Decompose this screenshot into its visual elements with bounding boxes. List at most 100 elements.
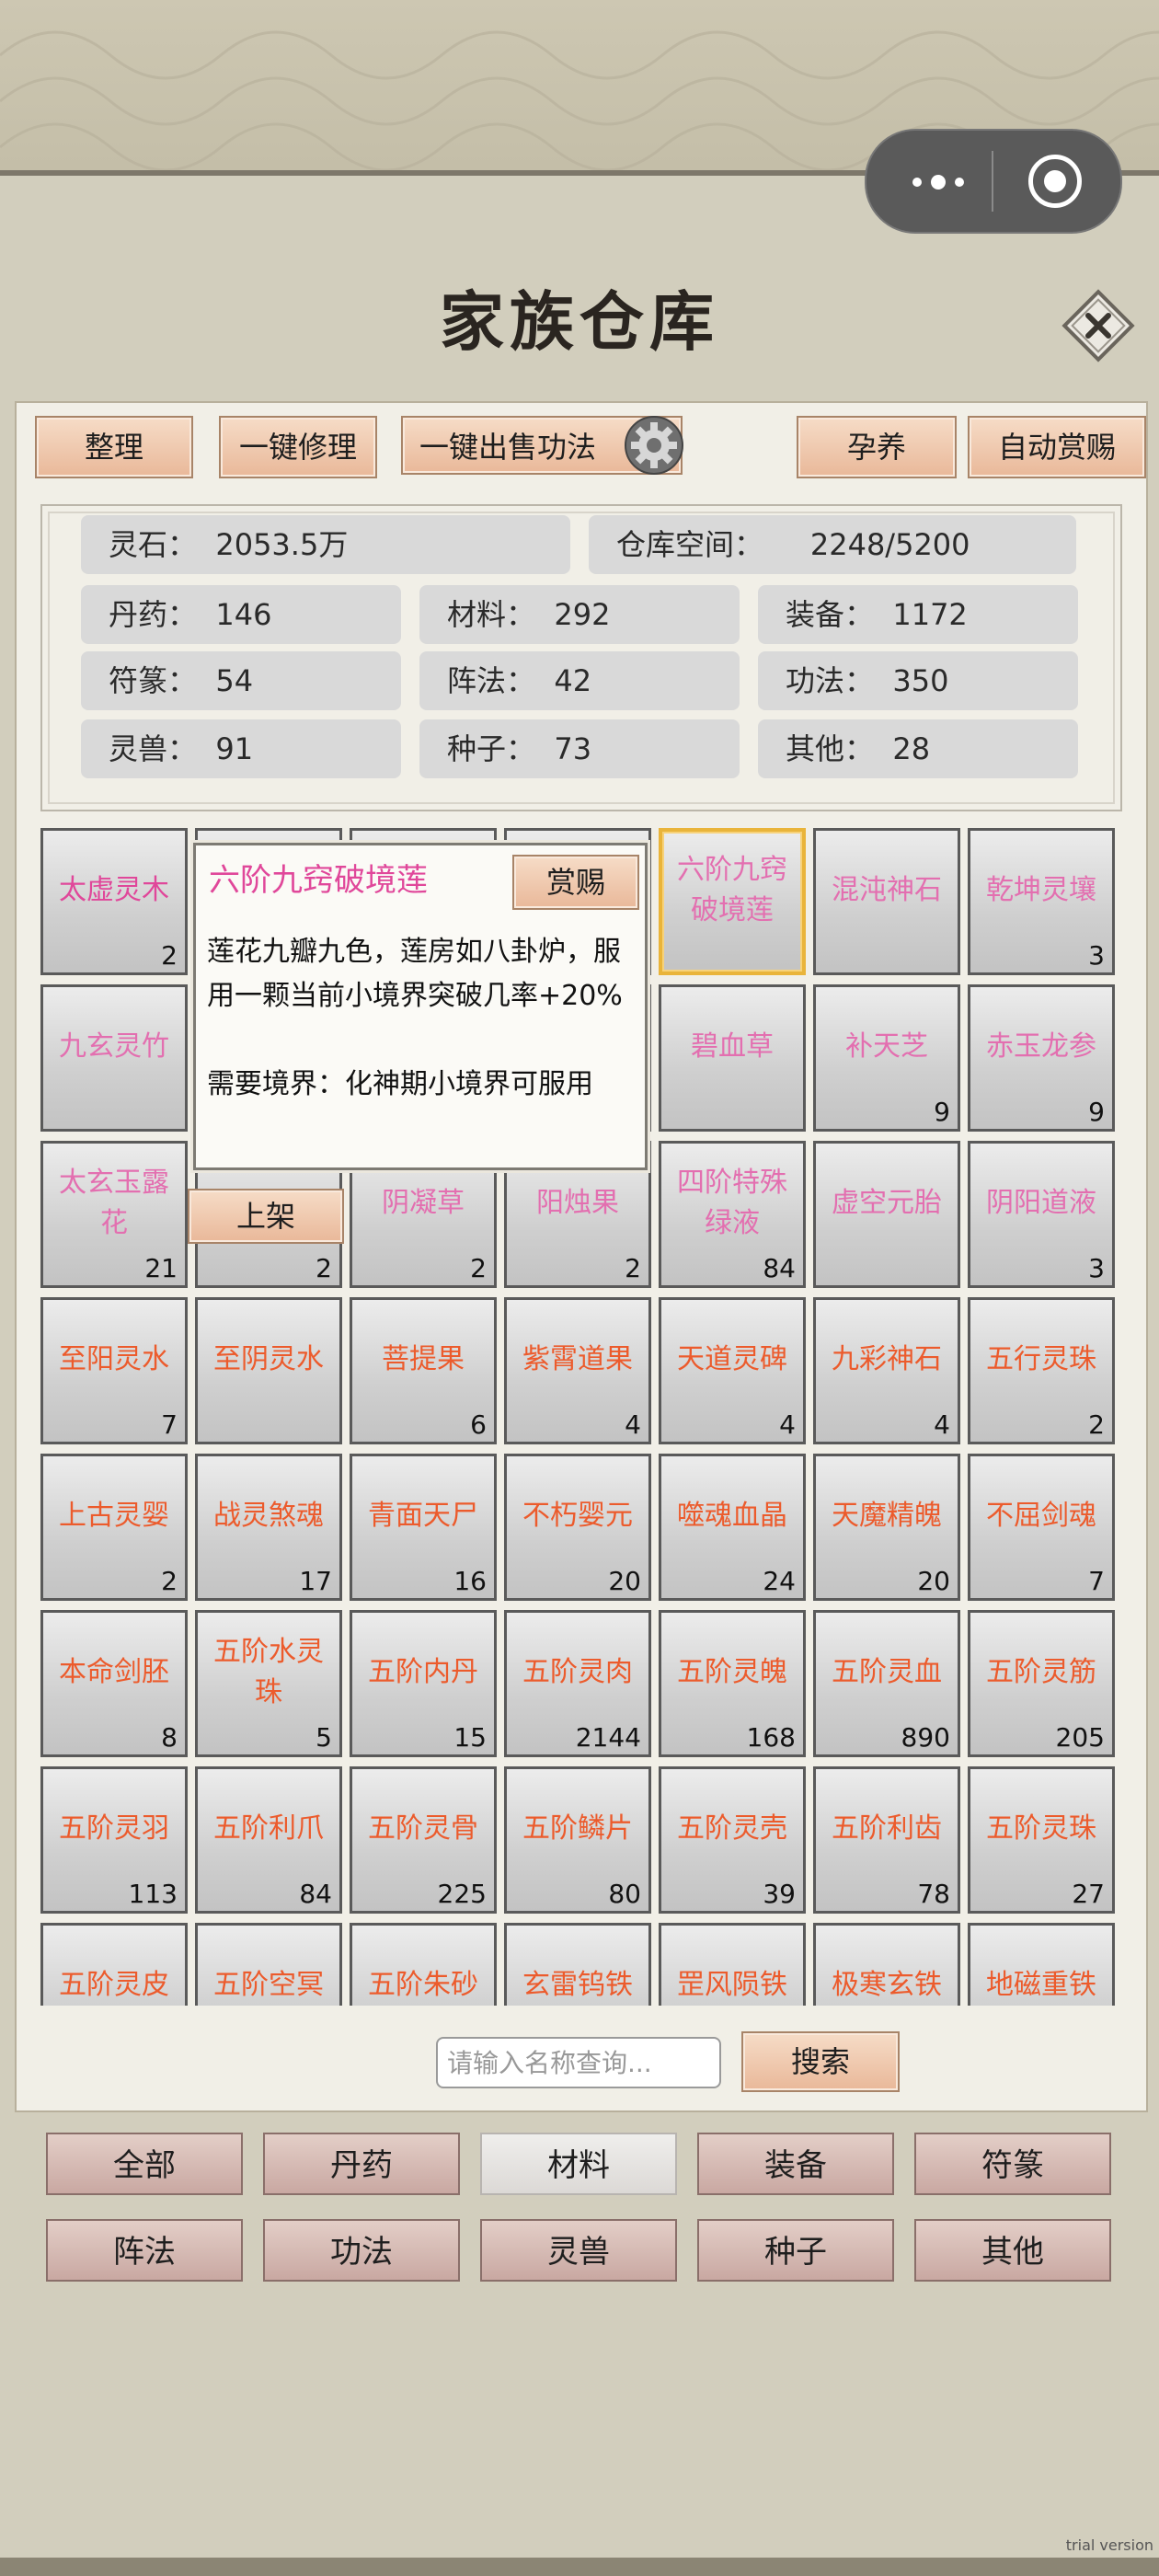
item-cell[interactable]: 五阶灵珠 27 [968,1766,1115,1914]
item-cell[interactable]: 天魔精魄 20 [813,1454,960,1601]
tab-8[interactable]: 种子 [697,2219,894,2282]
search-button[interactable]: 搜索 [741,2031,900,2092]
search-input[interactable] [436,2037,721,2088]
item-cell[interactable]: 乾坤灵壤 3 [968,828,1115,975]
item-name: 青面天尸 [368,1500,478,1532]
item-name: 天魔精魄 [832,1500,942,1532]
item-cell[interactable]: 噬魂血晶 24 [659,1454,806,1601]
item-cell[interactable]: 青面天尸 16 [350,1454,497,1601]
item-cell[interactable]: 五阶灵羽 113 [40,1766,188,1914]
item-name: 不朽婴元 [522,1500,633,1532]
item-cell[interactable]: 补天芝 9 [813,984,960,1132]
item-cell[interactable]: 罡风陨铁 [659,1923,806,2006]
item-cell[interactable]: 紫霄道果 4 [504,1297,651,1444]
item-count: 8 [161,1722,178,1753]
item-count: 78 [917,1879,950,1909]
sort-button[interactable]: 整理 [35,416,193,478]
item-count: 225 [437,1879,487,1909]
item-cell[interactable]: 五阶灵血 890 [813,1610,960,1757]
item-name: 四阶特殊绿液 [677,1167,787,1239]
item-cell[interactable]: 五阶灵筋 205 [968,1610,1115,1757]
repair-all-button[interactable]: 一键修理 [219,416,377,478]
item-name: 五阶灵血 [832,1656,942,1688]
item-cell[interactable]: 地磁重铁 [968,1923,1115,2006]
item-cell[interactable]: 玄雷钨铁 [504,1923,651,2006]
item-count: 6 [470,1409,487,1440]
item-name: 五阶内丹 [368,1656,478,1688]
item-cell[interactable]: 极寒玄铁 [813,1923,960,2006]
gear-icon[interactable] [624,415,684,476]
item-cell[interactable]: 五阶内丹 15 [350,1610,497,1757]
item-cell[interactable]: 五阶灵皮 [40,1923,188,2006]
item-cell[interactable]: 虚空元胎 [813,1141,960,1288]
item-name: 赤玉龙参 [986,1030,1096,1063]
item-cell[interactable]: 五阶朱砂 [350,1923,497,2006]
item-name: 六阶九窍破境莲 [677,854,787,926]
item-cell[interactable]: 不屈剑魂 7 [968,1454,1115,1601]
item-name: 太玄玉露花 [59,1167,169,1239]
item-cell[interactable]: 五阶利齿 78 [813,1766,960,1914]
item-count: 20 [917,1566,950,1596]
item-name: 紫霄道果 [522,1343,633,1375]
item-cell[interactable]: 赤玉龙参 9 [968,984,1115,1132]
shelve-button[interactable]: 上架 [188,1189,344,1244]
item-name: 五阶灵骨 [368,1812,478,1845]
item-cell[interactable]: 混沌神石 [813,828,960,975]
item-cell[interactable]: 五阶水灵珠 5 [195,1610,342,1757]
item-cell[interactable]: 六阶九窍破境莲 [659,828,806,975]
item-cell[interactable]: 天道灵碑 4 [659,1297,806,1444]
item-cell[interactable]: 九彩神石 4 [813,1297,960,1444]
miniprogram-capsule [865,129,1122,234]
item-cell[interactable]: 战灵煞魂 17 [195,1454,342,1601]
tab-6[interactable]: 功法 [263,2219,460,2282]
tab-5[interactable]: 阵法 [46,2219,243,2282]
tab-9[interactable]: 其他 [914,2219,1111,2282]
item-cell[interactable]: 五阶空冥 [195,1923,342,2006]
nurture-button[interactable]: 孕养 [797,416,957,478]
item-count: 2 [161,1566,178,1596]
item-count: 27 [1072,1879,1105,1909]
item-cell[interactable]: 五阶灵魄 168 [659,1610,806,1757]
reward-button[interactable]: 赏赐 [512,855,639,910]
item-cell[interactable]: 五阶灵壳 39 [659,1766,806,1914]
tab-1[interactable]: 丹药 [263,2133,460,2195]
item-cell[interactable]: 四阶特殊绿液 84 [659,1141,806,1288]
stat-beasts: 灵兽： 91 [81,719,401,778]
bottom-decor-band [0,2558,1159,2576]
item-cell[interactable]: 至阴灵水 [195,1297,342,1444]
auto-reward-button[interactable]: 自动赏赐 [968,416,1146,478]
item-cell[interactable]: 五行灵珠 2 [968,1297,1115,1444]
item-count: 7 [1088,1566,1105,1596]
item-name: 不屈剑魂 [986,1500,1096,1532]
item-cell[interactable]: 碧血草 [659,984,806,1132]
item-cell[interactable]: 九玄灵竹 [40,984,188,1132]
item-count: 16 [453,1566,487,1596]
item-cell[interactable]: 五阶利爪 84 [195,1766,342,1914]
tab-7[interactable]: 灵兽 [480,2219,677,2282]
item-cell[interactable]: 菩提果 6 [350,1297,497,1444]
stat-talismans: 符篆： 54 [81,651,401,710]
item-cell[interactable]: 太虚灵木 2 [40,828,188,975]
tab-4[interactable]: 符篆 [914,2133,1111,2195]
item-count: 3 [1088,940,1105,971]
item-cell[interactable]: 五阶灵肉 2144 [504,1610,651,1757]
item-cell[interactable]: 上古灵婴 2 [40,1454,188,1601]
item-cell[interactable]: 五阶灵骨 225 [350,1766,497,1914]
item-cell[interactable]: 不朽婴元 20 [504,1454,651,1601]
item-name: 五阶水灵珠 [213,1636,324,1708]
exit-target-icon[interactable] [1025,151,1085,212]
stat-pills: 丹药： 146 [81,585,401,644]
item-cell[interactable]: 太玄玉露花 21 [40,1141,188,1288]
close-button[interactable] [1058,285,1139,366]
item-cell[interactable]: 本命剑胚 8 [40,1610,188,1757]
tab-2[interactable]: 材料 [480,2133,677,2195]
more-icon[interactable] [900,151,982,212]
item-cell[interactable]: 阴阳道液 3 [968,1141,1115,1288]
tab-0[interactable]: 全部 [46,2133,243,2195]
item-cell[interactable]: 至阳灵水 7 [40,1297,188,1444]
tab-3[interactable]: 装备 [697,2133,894,2195]
item-cell[interactable]: 五阶鳞片 80 [504,1766,651,1914]
item-name: 五阶灵皮 [59,1969,169,2001]
item-name: 玄雷钨铁 [522,1969,633,2001]
item-name: 菩提果 [382,1343,465,1375]
